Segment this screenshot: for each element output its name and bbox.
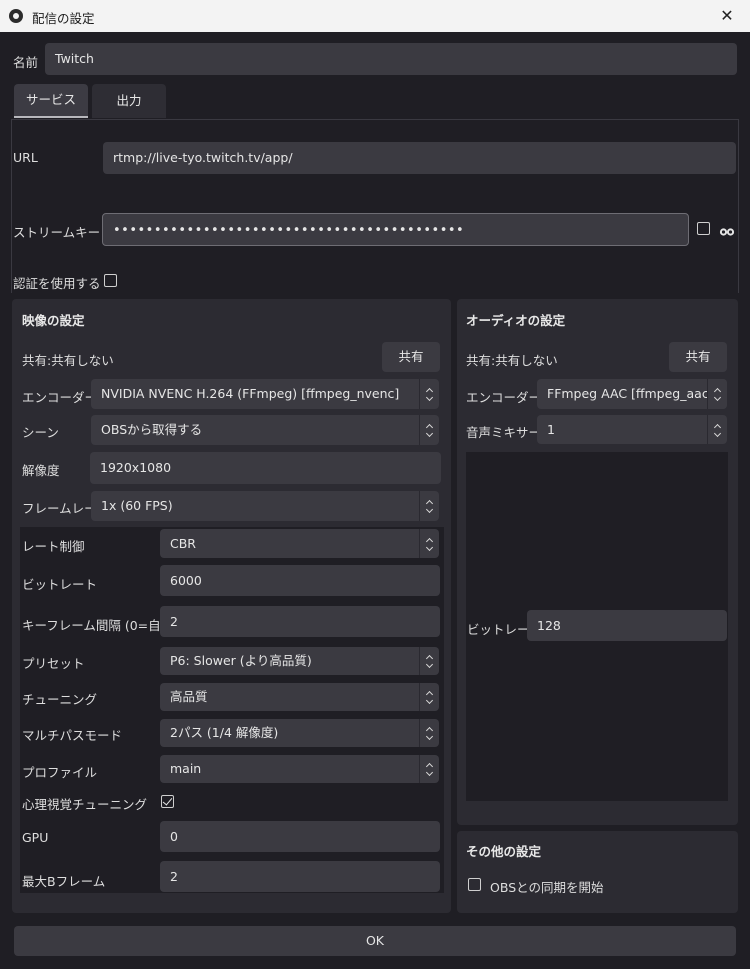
audio-encoder-value: FFmpeg AAC [ffmpeg_aac]	[547, 386, 714, 401]
framerate-select[interactable]: 1x (60 FPS)	[91, 491, 439, 521]
multipass-select[interactable]: 2パス (1/4 解像度)	[160, 719, 439, 747]
auth-label: 認証を使用する	[13, 276, 101, 291]
title-bar: 配信の設定 ✕	[0, 0, 750, 32]
audio-encoder-label: エンコーダー	[466, 390, 542, 405]
close-icon[interactable]: ✕	[704, 0, 750, 32]
video-encoder-label: エンコーダー	[22, 390, 98, 405]
multipass-value: 2パス (1/4 解像度)	[170, 725, 279, 740]
name-input[interactable]: Twitch	[45, 43, 737, 75]
tab-service-label: サービス	[25, 92, 76, 107]
show-key-checkbox[interactable]	[697, 222, 710, 235]
profile-select[interactable]: main	[160, 755, 439, 783]
tuning-value: 高品質	[170, 689, 208, 704]
scene-value: OBSから取得する	[101, 422, 203, 437]
audio-encoder-select[interactable]: FFmpeg AAC [ffmpeg_aac]	[537, 379, 727, 409]
chevron-updown-icon	[419, 683, 439, 711]
rate-control-select[interactable]: CBR	[160, 529, 439, 558]
audio-heading: オーディオの設定	[466, 313, 566, 328]
multipass-label: マルチパスモード	[22, 728, 123, 743]
psycho-tuning-checkbox[interactable]	[161, 795, 174, 808]
video-encoder-select[interactable]: NVIDIA NVENC H.264 (FFmpeg) [ffmpeg_nven…	[91, 379, 439, 409]
chevron-updown-icon	[707, 379, 727, 409]
tab-output[interactable]: 出力	[92, 84, 166, 118]
sync-checkbox[interactable]	[468, 878, 481, 891]
bframes-input[interactable]: 2	[160, 861, 440, 892]
profile-label: プロファイル	[22, 765, 98, 780]
tab-output-label: 出力	[116, 93, 142, 108]
framerate-value: 1x (60 FPS)	[101, 498, 173, 513]
video-heading: 映像の設定	[22, 313, 85, 328]
keyframe-input[interactable]: 2	[160, 606, 440, 637]
stream-key-input[interactable]: ••••••••••••••••••••••••••••••••••••••••…	[102, 213, 689, 246]
keyframe-label: キーフレーム間隔 (0=自動)	[22, 618, 179, 633]
video-encoder-value: NVIDIA NVENC H.264 (FFmpeg) [ffmpeg_nven…	[101, 386, 400, 401]
video-share-label: 共有:共有しない	[22, 353, 114, 368]
chevron-updown-icon	[419, 647, 439, 675]
rate-control-label: レート制御	[22, 539, 85, 554]
bitrate-label: ビットレート	[22, 577, 98, 592]
tab-service[interactable]: サービス	[14, 84, 88, 118]
audio-bitrate-input[interactable]: 128	[527, 610, 727, 641]
preset-label: プリセット	[22, 656, 85, 671]
preset-value: P6: Slower (より高品質)	[170, 653, 312, 668]
eye-icon	[719, 225, 735, 236]
tuning-label: チューニング	[22, 692, 98, 707]
name-label: 名前	[13, 55, 39, 70]
gpu-input[interactable]: 0	[160, 821, 440, 852]
chevron-updown-icon	[419, 719, 439, 747]
chevron-updown-icon	[419, 755, 439, 783]
chevron-updown-icon	[419, 529, 439, 558]
profile-value: main	[170, 761, 202, 776]
chevron-updown-icon	[419, 415, 439, 445]
audio-share-label: 共有:共有しない	[466, 353, 558, 368]
audio-share-button[interactable]: 共有	[669, 342, 727, 372]
mixer-label: 音声ミキサー	[466, 425, 542, 440]
stream-key-label: ストリームキー	[13, 225, 101, 240]
mixer-value: 1	[547, 422, 555, 437]
url-label: URL	[13, 150, 38, 165]
mixer-select[interactable]: 1	[537, 415, 727, 444]
dialog-body: 名前 Twitch サービス 出力 URL rtmp://live-tyo.tw…	[0, 32, 750, 969]
preset-select[interactable]: P6: Slower (より高品質)	[160, 647, 439, 675]
video-share-button[interactable]: 共有	[382, 342, 440, 372]
rate-control-value: CBR	[170, 536, 196, 551]
auth-checkbox[interactable]	[104, 274, 117, 287]
resolution-input[interactable]: 1920x1080	[90, 452, 441, 484]
scene-label: シーン	[22, 425, 59, 440]
bframes-label: 最大Bフレーム	[22, 874, 106, 889]
resolution-label: 解像度	[22, 463, 60, 478]
bitrate-input[interactable]: 6000	[160, 565, 440, 596]
chevron-updown-icon	[419, 379, 439, 409]
sync-label: OBSとの同期を開始	[490, 880, 604, 895]
scene-select[interactable]: OBSから取得する	[91, 415, 439, 445]
other-heading: その他の設定	[466, 844, 542, 859]
url-input[interactable]: rtmp://live-tyo.twitch.tv/app/	[103, 142, 736, 174]
chevron-updown-icon	[419, 491, 439, 521]
chevron-updown-icon	[707, 415, 727, 444]
psycho-tuning-label: 心理視覚チューニング	[22, 797, 148, 812]
obs-logo-icon	[9, 9, 23, 23]
tuning-select[interactable]: 高品質	[160, 683, 439, 711]
gpu-label: GPU	[22, 830, 49, 845]
ok-button[interactable]: OK	[14, 926, 736, 956]
window-title: 配信の設定	[32, 11, 95, 26]
